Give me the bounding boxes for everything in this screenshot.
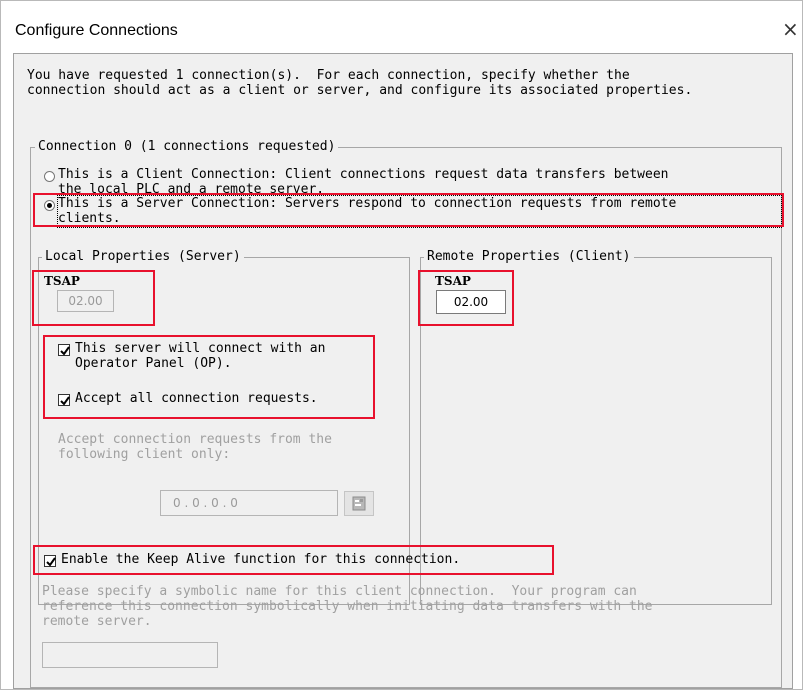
dialog-body: You have requested 1 connection(s). For … bbox=[13, 53, 793, 689]
checkbox-group-highlight bbox=[43, 335, 375, 419]
symbolic-line-3: remote server. bbox=[42, 614, 152, 629]
title-bar: Configure Connections × bbox=[1, 1, 802, 53]
configure-connections-dialog: Configure Connections × You have request… bbox=[0, 0, 803, 690]
keep-alive-highlight bbox=[33, 545, 554, 575]
accept-from-line-1: Accept connection requests from the bbox=[58, 432, 332, 447]
client-ip-address-field[interactable]: 0 . 0 . 0 . 0 bbox=[160, 490, 338, 516]
symbolic-line-1: Please specify a symbolic name for this … bbox=[42, 584, 637, 599]
address-book-button[interactable] bbox=[344, 491, 374, 516]
accept-from-line-2: following client only: bbox=[58, 447, 231, 462]
intro-line-2: connection should act as a client or ser… bbox=[27, 83, 693, 98]
local-tsap-highlight bbox=[32, 270, 155, 326]
client-connection-radio[interactable] bbox=[44, 171, 55, 182]
close-icon[interactable]: × bbox=[782, 17, 799, 41]
remote-tsap-highlight bbox=[418, 270, 514, 326]
symbolic-line-2: reference this connection symbolically w… bbox=[42, 599, 653, 614]
connection-group-legend: Connection 0 (1 connections requested) bbox=[35, 139, 339, 154]
local-properties-legend: Local Properties (Server) bbox=[42, 249, 244, 264]
intro-line-1: You have requested 1 connection(s). For … bbox=[27, 68, 630, 83]
client-option-line-1[interactable]: This is a Client Connection: Client conn… bbox=[58, 167, 668, 182]
address-book-icon bbox=[352, 496, 366, 511]
window-title: Configure Connections bbox=[15, 22, 178, 39]
remote-properties-legend: Remote Properties (Client) bbox=[424, 249, 634, 264]
server-option-highlight bbox=[33, 193, 784, 227]
symbolic-name-field[interactable] bbox=[42, 642, 218, 668]
